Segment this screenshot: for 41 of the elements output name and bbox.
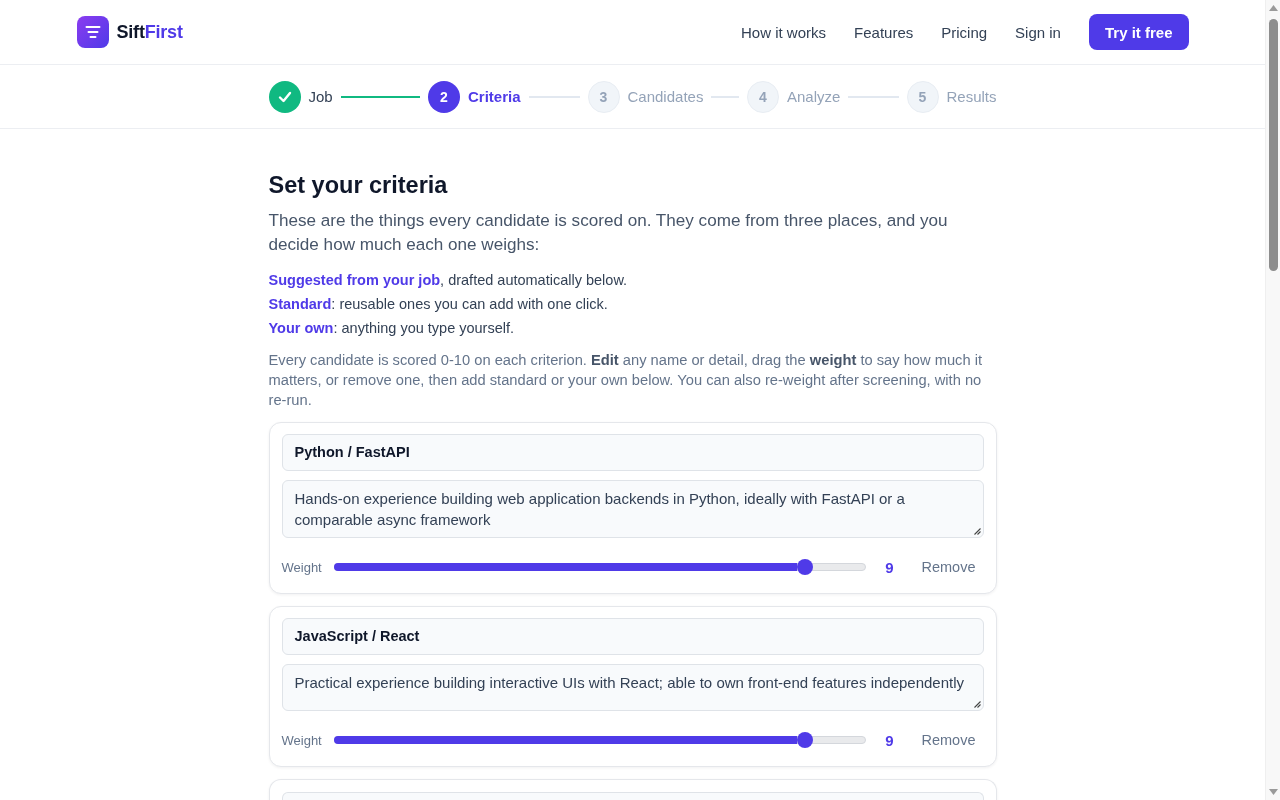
resize-grip-icon[interactable] [972,527,981,535]
filter-icon[interactable] [76,16,109,48]
weight-value: 9 [884,558,895,576]
weight-value: 9 [884,731,895,749]
description-field[interactable]: Practical experience building interactive UIs with React; able to own front-end features independently [281,664,984,711]
weight-label: Weight [281,732,323,748]
scrollbar[interactable] [1265,0,1280,800]
slider-thumb[interactable] [797,559,814,575]
step-number: 3 [587,80,620,113]
step-number: 4 [747,80,779,113]
brand-name[interactable]: SiftFirst [116,21,183,43]
scroll-up-arrow-icon[interactable] [1268,5,1278,11]
description-field[interactable]: Hands-on experience building web application backends in Python, ideally with FastAPI or a comparable async framework [281,480,984,538]
source-description: Your own: anything you type yourself. [268,319,516,338]
intro-text: These are the things every candidate is scored on. They come from three places, and you decide how much each one weighs: [268,210,949,256]
slider-thumb[interactable] [797,732,814,748]
step-label: Job [308,88,333,105]
nav-link[interactable]: Sign in [1015,23,1061,41]
step-label: Candidates [627,88,704,105]
step-number: 2 [428,80,460,113]
remove-button[interactable]: Remove [913,555,984,579]
name-field[interactable]: Python / FastAPI [281,434,984,471]
name-field[interactable] [281,792,984,800]
step-label: Criteria [468,88,521,105]
page-title: Set your criteria [268,171,449,200]
nav-link[interactable]: Pricing [941,23,988,41]
source-description: Standard: reusable ones you can add with one click. [268,295,609,314]
scrollbar-thumb[interactable] [1268,19,1278,271]
try-free-button[interactable]: Try it free [1088,14,1189,50]
nav-link[interactable]: Features [854,23,914,41]
remove-button[interactable]: Remove [913,728,984,752]
source-description: Suggested from your job, drafted automatically below. [268,271,629,290]
weight-label: Weight [281,559,323,575]
nav-link[interactable]: How it works [741,23,827,41]
step-number: 5 [906,80,939,113]
step-label: Analyze [787,88,841,105]
name-field[interactable]: JavaScript / React [281,618,984,655]
step-label: Results [946,88,997,105]
instructions-text: Every candidate is scored 0-10 on each criterion. Edit any name or detail, drag the weight to say how much it matters, or remove one, then add standard or your own below. You can also re-weight after screening, with no re-run. [268,351,984,410]
resize-grip-icon[interactable] [972,700,981,708]
scroll-down-arrow-icon[interactable] [1268,789,1278,795]
